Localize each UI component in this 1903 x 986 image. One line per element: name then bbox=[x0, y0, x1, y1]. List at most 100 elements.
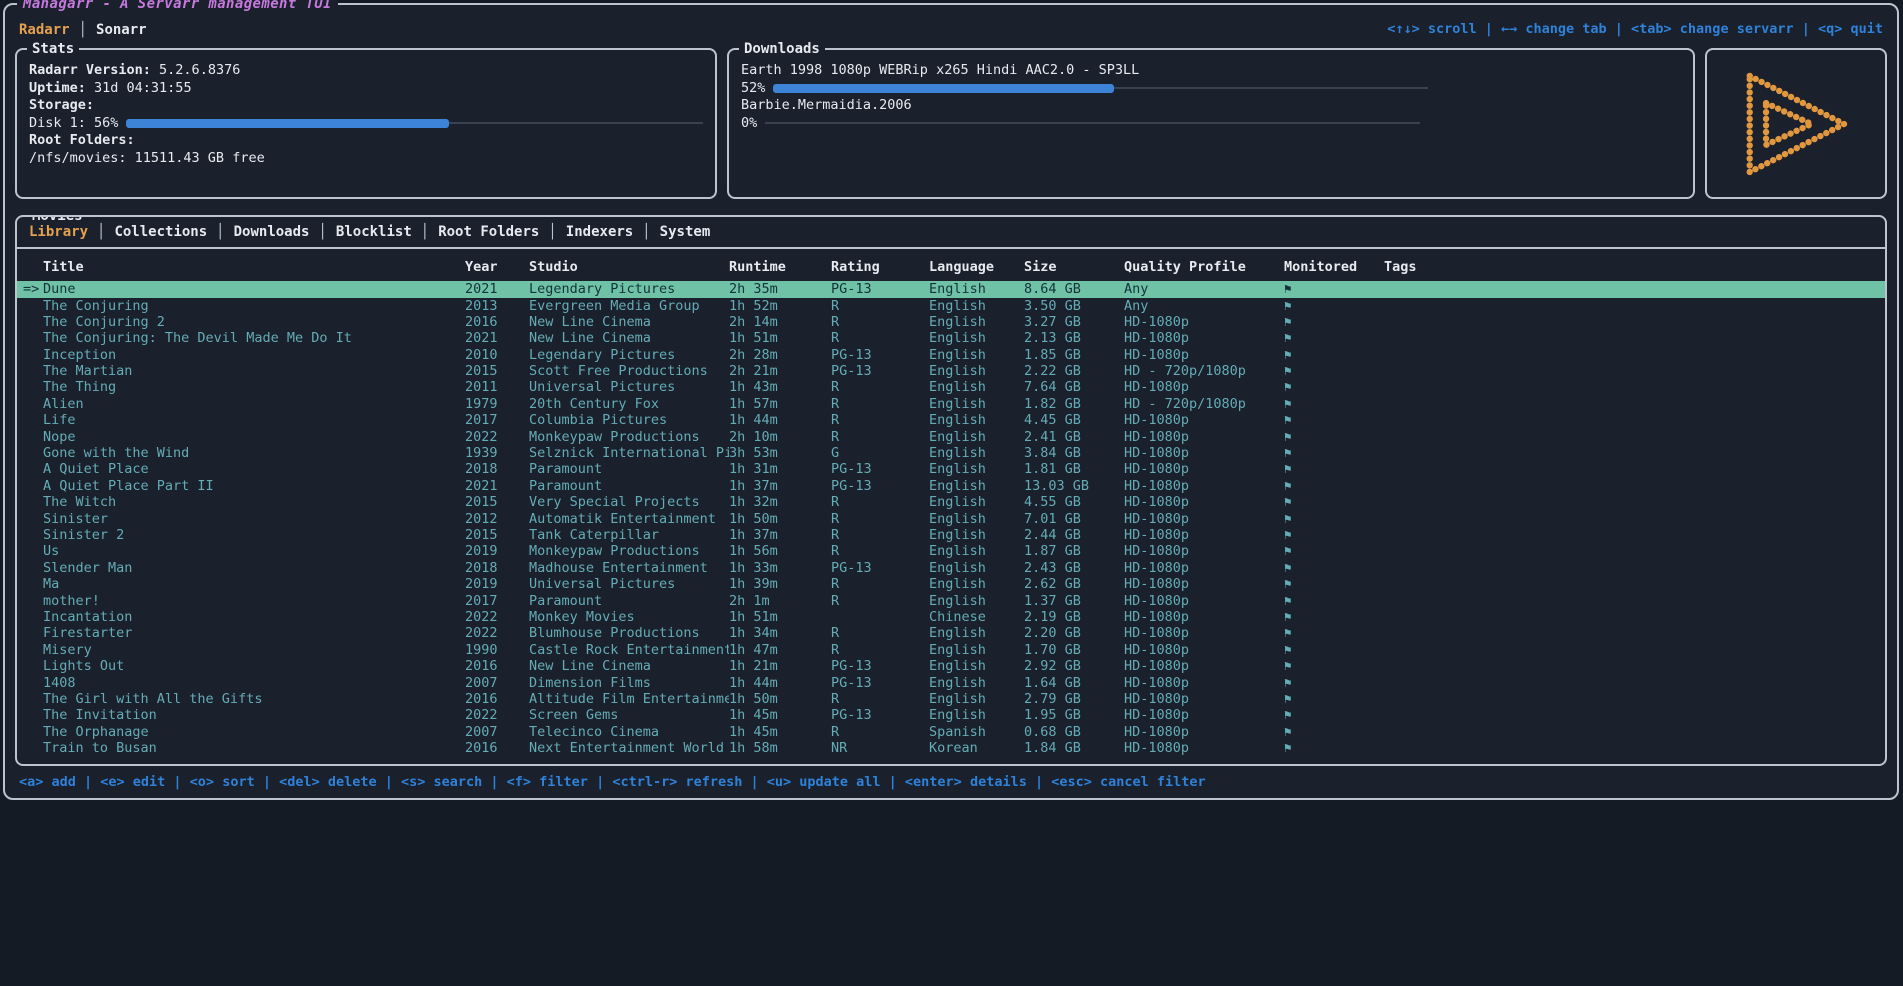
table-row[interactable]: Ma2019Universal Pictures1h 39mREnglish2.… bbox=[17, 576, 1885, 592]
table-row[interactable]: Inception2010Legendary Pictures2h 28mPG-… bbox=[17, 347, 1885, 363]
cell-year: 2021 bbox=[465, 330, 529, 346]
tab-collections[interactable]: Collections bbox=[114, 224, 207, 240]
table-row[interactable]: Gone with the Wind1939Selznick Internati… bbox=[17, 445, 1885, 461]
stats-line: Root Folders: bbox=[29, 132, 703, 150]
cell-year: 2015 bbox=[465, 527, 529, 543]
table-row[interactable]: =>Dune2021Legendary Pictures2h 35mPG-13E… bbox=[17, 281, 1885, 297]
table-row[interactable]: Us2019Monkeypaw Productions1h 56mREnglis… bbox=[17, 543, 1885, 559]
table-row[interactable]: 14082007Dimension Films1h 44mPG-13Englis… bbox=[17, 675, 1885, 691]
tab-indexers[interactable]: Indexers bbox=[566, 224, 633, 240]
cell-year: 2010 bbox=[465, 347, 529, 363]
cell-title: Gone with the Wind bbox=[43, 445, 465, 461]
cell-year: 2015 bbox=[465, 494, 529, 510]
tab-blocklist[interactable]: Blocklist bbox=[336, 224, 412, 240]
servarr-tab-sonarr[interactable]: Sonarr bbox=[96, 22, 147, 38]
cell-title: Nope bbox=[43, 429, 465, 445]
cell-size: 1.95 GB bbox=[1024, 707, 1124, 723]
tab-system[interactable]: System bbox=[660, 224, 711, 240]
cell-tags bbox=[1384, 658, 1885, 674]
monitored-tag-icon: ⚑ bbox=[1284, 576, 1292, 591]
selection-marker bbox=[17, 593, 43, 609]
cell-language: English bbox=[929, 707, 1024, 723]
cell-quality-profile: HD - 720p/1080p bbox=[1124, 396, 1284, 412]
cell-studio: Selznick International Pic bbox=[529, 445, 729, 461]
cell-year: 2017 bbox=[465, 412, 529, 428]
table-row[interactable]: The Conjuring 22016New Line Cinema2h 14m… bbox=[17, 314, 1885, 330]
table-row[interactable]: Firestarter2022Blumhouse Productions1h 3… bbox=[17, 625, 1885, 641]
monitored-tag-icon: ⚑ bbox=[1284, 691, 1292, 706]
table-row[interactable]: The Witch2015Very Special Projects1h 32m… bbox=[17, 494, 1885, 510]
table-row[interactable]: Lights Out2016New Line Cinema1h 21mPG-13… bbox=[17, 658, 1885, 674]
cell-tags bbox=[1384, 281, 1885, 297]
servarr-tab-radarr[interactable]: Radarr bbox=[19, 22, 70, 38]
table-row[interactable]: Nope2022Monkeypaw Productions2h 10mREngl… bbox=[17, 429, 1885, 445]
table-row[interactable]: The Invitation2022Screen Gems1h 45mPG-13… bbox=[17, 707, 1885, 723]
monitored-tag-icon: ⚑ bbox=[1284, 396, 1292, 411]
cell-rating: R bbox=[831, 642, 929, 658]
stats-line: Uptime: 31d 04:31:55 bbox=[29, 80, 703, 98]
cell-runtime: 2h 28m bbox=[729, 347, 831, 363]
cell-rating: R bbox=[831, 298, 929, 314]
table-row[interactable]: A Quiet Place Part II2021Paramount1h 37m… bbox=[17, 478, 1885, 494]
cell-language: English bbox=[929, 363, 1024, 379]
selection-marker bbox=[17, 511, 43, 527]
cell-monitored: ⚑ bbox=[1284, 429, 1384, 445]
cell-size: 1.82 GB bbox=[1024, 396, 1124, 412]
stats-value: /nfs/movies: 11511.43 GB free bbox=[29, 150, 265, 168]
cell-size: 1.64 GB bbox=[1024, 675, 1124, 691]
cell-title: A Quiet Place bbox=[43, 461, 465, 477]
tab-root-folders[interactable]: Root Folders bbox=[438, 224, 539, 240]
table-row[interactable]: The Martian2015Scott Free Productions2h … bbox=[17, 363, 1885, 379]
cell-rating: R bbox=[831, 593, 929, 609]
table-row[interactable]: Sinister2012Automatik Entertainment1h 50… bbox=[17, 511, 1885, 527]
cell-monitored: ⚑ bbox=[1284, 707, 1384, 723]
table-row[interactable]: Life2017Columbia Pictures1h 44mREnglish4… bbox=[17, 412, 1885, 428]
table-row[interactable]: A Quiet Place2018Paramount1h 31mPG-13Eng… bbox=[17, 461, 1885, 477]
app-title: Managarr - A Servarr management TUI bbox=[17, 0, 338, 13]
table-row[interactable]: The Thing2011Universal Pictures1h 43mREn… bbox=[17, 379, 1885, 395]
table-row[interactable]: mother!2017Paramount2h 1mREnglish1.37 GB… bbox=[17, 593, 1885, 609]
table-row[interactable]: The Conjuring: The Devil Made Me Do It20… bbox=[17, 330, 1885, 346]
table-row[interactable]: Incantation2022Monkey Movies1h 51mChines… bbox=[17, 609, 1885, 625]
col-quality-profile: Quality Profile bbox=[1124, 259, 1284, 275]
cell-monitored: ⚑ bbox=[1284, 593, 1384, 609]
table-row[interactable]: The Conjuring2013Evergreen Media Group1h… bbox=[17, 298, 1885, 314]
tab-downloads[interactable]: Downloads bbox=[234, 224, 310, 240]
table-row[interactable]: Misery1990Castle Rock Entertainment1h 47… bbox=[17, 642, 1885, 658]
table-row[interactable]: Slender Man2018Madhouse Entertainment1h … bbox=[17, 560, 1885, 576]
cell-runtime: 2h 35m bbox=[729, 281, 831, 297]
cell-quality-profile: HD-1080p bbox=[1124, 625, 1284, 641]
cell-quality-profile: HD-1080p bbox=[1124, 740, 1284, 756]
cell-language: English bbox=[929, 658, 1024, 674]
cell-studio: Paramount bbox=[529, 478, 729, 494]
cell-title: Train to Busan bbox=[43, 740, 465, 756]
cell-monitored: ⚑ bbox=[1284, 560, 1384, 576]
table-header: TitleYearStudioRuntimeRatingLanguageSize… bbox=[17, 259, 1885, 275]
cell-runtime: 1h 37m bbox=[729, 527, 831, 543]
cell-year: 2017 bbox=[465, 593, 529, 609]
cell-tags bbox=[1384, 707, 1885, 723]
stats-value: Disk 1: 56% bbox=[29, 115, 118, 133]
selection-marker bbox=[17, 347, 43, 363]
summary-panels: Stats Radarr Version: 5.2.6.8376Uptime: … bbox=[15, 48, 1887, 199]
cell-rating: NR bbox=[831, 740, 929, 756]
cell-runtime: 1h 51m bbox=[729, 609, 831, 625]
selection-marker bbox=[17, 527, 43, 543]
cell-rating: R bbox=[831, 527, 929, 543]
table-row[interactable]: Train to Busan2016Next Entertainment Wor… bbox=[17, 740, 1885, 756]
table-row[interactable]: Alien197920th Century Fox1h 57mREnglish1… bbox=[17, 396, 1885, 412]
tab-library[interactable]: Library bbox=[29, 224, 88, 240]
cell-size: 2.43 GB bbox=[1024, 560, 1124, 576]
cell-tags bbox=[1384, 675, 1885, 691]
cell-monitored: ⚑ bbox=[1284, 609, 1384, 625]
cell-runtime: 1h 33m bbox=[729, 560, 831, 576]
table-row[interactable]: The Orphanage2007Telecinco Cinema1h 45mR… bbox=[17, 724, 1885, 740]
table-row[interactable]: The Girl with All the Gifts2016Altitude … bbox=[17, 691, 1885, 707]
col-year: Year bbox=[465, 259, 529, 275]
cell-tags bbox=[1384, 330, 1885, 346]
cell-size: 4.55 GB bbox=[1024, 494, 1124, 510]
cell-year: 2016 bbox=[465, 691, 529, 707]
table-row[interactable]: Sinister 22015Tank Caterpillar1h 37mREng… bbox=[17, 527, 1885, 543]
cell-runtime: 2h 1m bbox=[729, 593, 831, 609]
cell-language: English bbox=[929, 461, 1024, 477]
